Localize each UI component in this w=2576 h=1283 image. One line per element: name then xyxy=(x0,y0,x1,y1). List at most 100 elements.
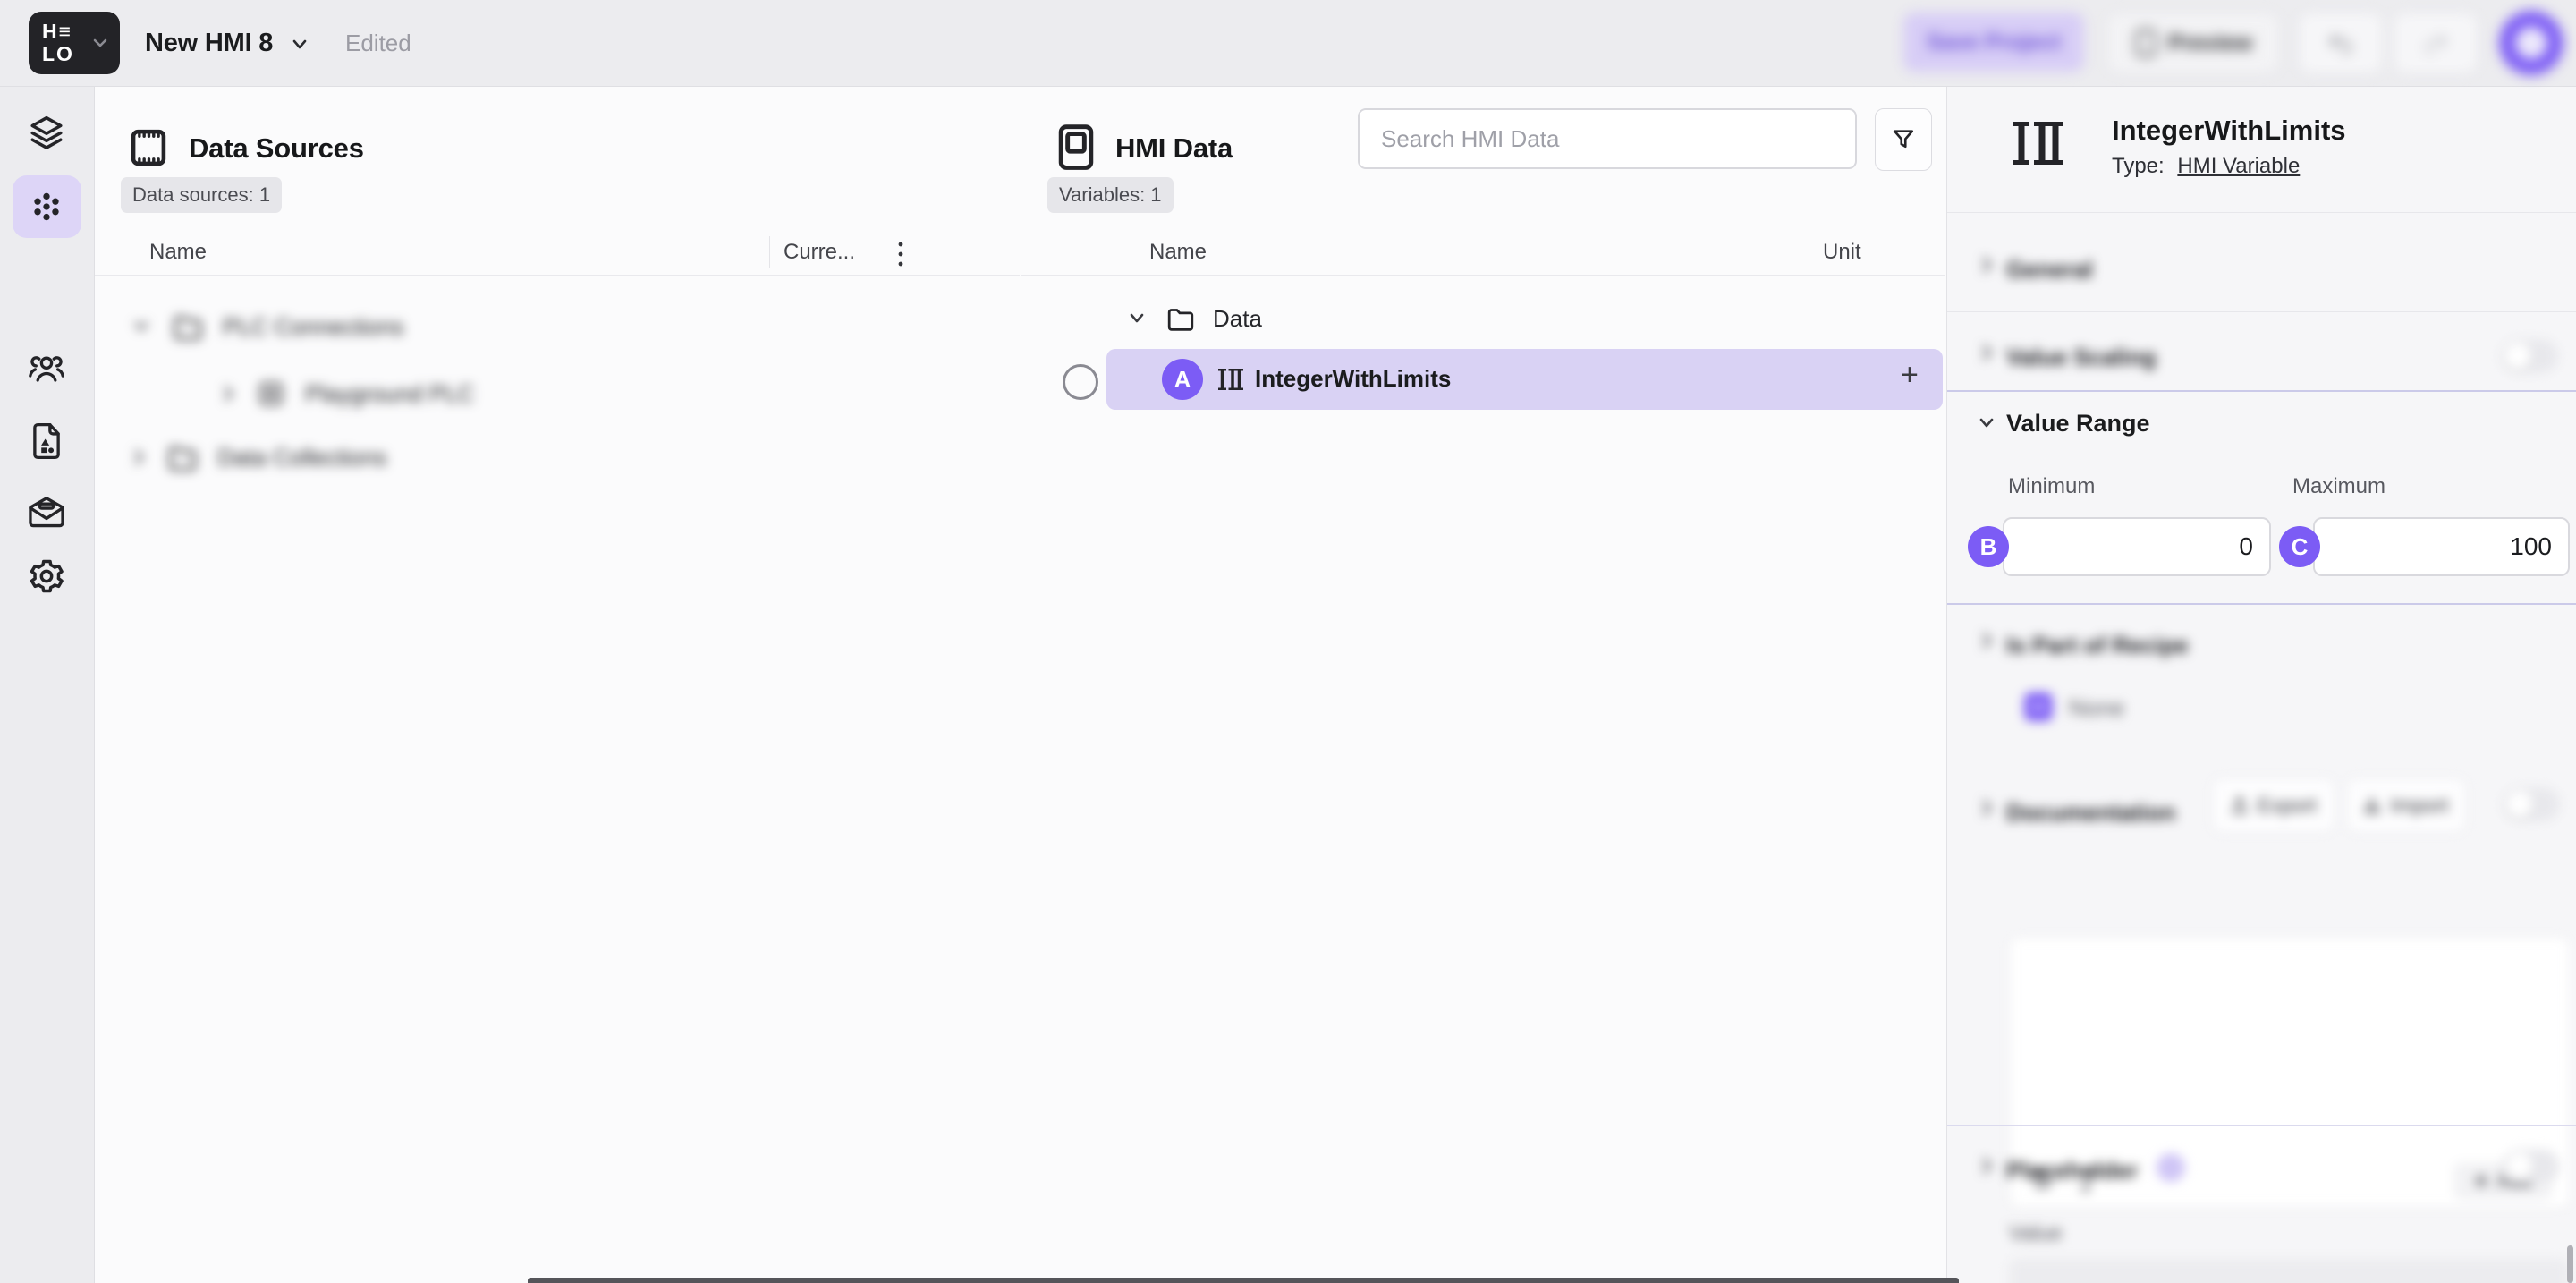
add-binding-button[interactable]: + xyxy=(1901,358,1919,393)
data-sources-panel: Data Sources Data sources: 1 Name Curre.… xyxy=(94,86,1021,1283)
folder-label: Data xyxy=(1213,305,1262,333)
project-title-chevron-icon[interactable] xyxy=(288,36,311,54)
section-value-scaling[interactable]: Value Scaling xyxy=(1947,315,2576,388)
tree-row-plc-connections[interactable]: PLC Connections xyxy=(130,311,403,342)
export-button[interactable]: Export xyxy=(2212,777,2335,833)
sidebar-item-settings[interactable] xyxy=(27,557,66,596)
project-title[interactable]: New HMI 8 xyxy=(145,29,273,58)
layers-icon xyxy=(27,113,66,152)
hmi-data-icon xyxy=(1051,120,1101,175)
data-sources-tree: PLC Connections Playground PLC Data Coll… xyxy=(94,292,1020,578)
chevron-down-icon[interactable] xyxy=(1975,413,1998,433)
recipe-checkbox[interactable] xyxy=(2024,692,2053,721)
column-header-current[interactable]: Curre... xyxy=(784,240,855,265)
toggle-knob xyxy=(2506,1152,2533,1179)
folder-icon xyxy=(165,442,199,472)
sidebar-item-data[interactable] xyxy=(28,188,65,225)
documentation-toggle[interactable] xyxy=(2504,788,2559,820)
chevron-right-icon xyxy=(1978,1155,1996,1177)
column-header-unit[interactable]: Unit xyxy=(1823,240,1861,265)
placeholder-value-label: Value xyxy=(2009,1221,2063,1246)
app-logo-menu[interactable]: H≡ LO xyxy=(29,12,120,74)
integer-type-icon xyxy=(1216,365,1246,394)
info-icon[interactable] xyxy=(2157,1153,2185,1182)
section-general[interactable]: General xyxy=(1947,220,2576,305)
chevron-right-icon xyxy=(130,446,148,468)
hmi-data-panel: HMI Data Variables: 1 Name Unit Data A xyxy=(1021,86,1947,1283)
data-sources-title: Data Sources xyxy=(189,132,364,165)
icon-sidebar xyxy=(0,86,95,1283)
section-documentation[interactable]: Documentation Export Import xyxy=(1947,763,2576,1121)
data-sources-count-badge: Data sources: 1 xyxy=(121,177,282,213)
tree-label: PLC Connections xyxy=(223,313,403,341)
minimum-ref-badge[interactable]: B xyxy=(1968,526,2009,567)
placeholder-toggle[interactable] xyxy=(2504,1150,2559,1182)
tree-row-data-collections[interactable]: Data Collections xyxy=(130,442,386,472)
export-label: Export xyxy=(2258,794,2317,818)
import-label: Import xyxy=(2390,794,2448,818)
placeholder-value-input[interactable] xyxy=(2009,1259,2569,1283)
checkbox-dash xyxy=(2031,705,2046,709)
users-icon xyxy=(26,349,67,387)
type-label: Type: xyxy=(2112,154,2165,178)
chevron-right-icon xyxy=(1978,630,1996,651)
maximum-input[interactable] xyxy=(2313,517,2570,576)
variables-count-badge: Variables: 1 xyxy=(1047,177,1174,213)
sidebar-item-layers[interactable] xyxy=(27,113,66,152)
edited-status: Edited xyxy=(345,30,411,57)
logo-line-1: H≡ xyxy=(42,21,74,43)
section-placeholder[interactable]: Placeholder Value xyxy=(1947,1128,2576,1283)
plc-icon xyxy=(255,378,287,410)
preview-label: Preview xyxy=(2168,30,2253,56)
data-dots-icon xyxy=(28,188,65,225)
redo-button[interactable] xyxy=(2394,13,2478,73)
tree-label: Playground PLC xyxy=(305,380,474,408)
type-value-link[interactable]: HMI Variable xyxy=(2177,154,2300,178)
column-divider[interactable] xyxy=(769,236,770,268)
save-project-button[interactable]: Save Project xyxy=(1903,13,2084,72)
app-logo: H≡ LO xyxy=(42,21,74,65)
variable-row-selected[interactable]: A IntegerWithLimits + xyxy=(1106,349,1943,410)
section-label: Value Scaling xyxy=(2006,344,2157,371)
sidebar-item-assets[interactable] xyxy=(28,421,65,462)
maximum-ref-badge[interactable]: C xyxy=(2279,526,2320,567)
chevron-down-icon xyxy=(130,318,153,336)
variable-radio[interactable] xyxy=(1063,364,1098,400)
preview-button[interactable]: Preview xyxy=(2107,13,2279,73)
redo-icon xyxy=(2422,31,2449,55)
integer-type-icon-large xyxy=(2009,115,2068,172)
data-sources-icon xyxy=(123,122,174,174)
inspector-scrollbar[interactable] xyxy=(2567,1245,2573,1283)
chevron-right-icon xyxy=(1978,254,1996,276)
recipe-none-label: None xyxy=(2069,694,2124,722)
top-bar: H≡ LO New HMI 8 Edited Save Project Prev… xyxy=(0,0,2576,87)
value-scaling-toggle[interactable] xyxy=(2502,340,2557,372)
minimum-label: Minimum xyxy=(2008,474,2095,499)
column-header-name[interactable]: Name xyxy=(149,240,207,265)
user-avatar[interactable] xyxy=(2499,11,2563,75)
tree-row-playground-plc[interactable]: Playground PLC xyxy=(219,378,474,410)
chevron-down-icon xyxy=(1125,310,1148,327)
search-input[interactable] xyxy=(1358,108,1857,169)
section-label[interactable]: Value Range xyxy=(2006,410,2150,438)
import-icon xyxy=(2363,795,2381,815)
sidebar-item-inbox[interactable] xyxy=(26,494,67,530)
column-header-name[interactable]: Name xyxy=(1149,240,1207,265)
tree-row-data-folder[interactable]: Data xyxy=(1125,304,1262,333)
section-recipe[interactable]: Is Part of Recipe None xyxy=(1947,607,2576,759)
import-button[interactable]: Import xyxy=(2346,777,2466,833)
sidebar-item-users[interactable] xyxy=(26,349,67,387)
undo-button[interactable] xyxy=(2299,13,2383,73)
preview-device-icon xyxy=(2134,29,2157,57)
column-menu-icon[interactable] xyxy=(895,238,906,270)
toggle-knob xyxy=(2504,343,2531,370)
toggle-knob xyxy=(2506,791,2533,818)
logo-line-2: LO xyxy=(42,43,74,65)
header-rule xyxy=(1021,275,1945,276)
filter-button[interactable] xyxy=(1875,108,1932,171)
section-label: Documentation xyxy=(2006,799,2175,827)
minimum-input[interactable] xyxy=(2003,517,2271,576)
header-rule xyxy=(94,275,1020,276)
settings-icon xyxy=(27,557,66,596)
undo-icon xyxy=(2327,31,2354,55)
